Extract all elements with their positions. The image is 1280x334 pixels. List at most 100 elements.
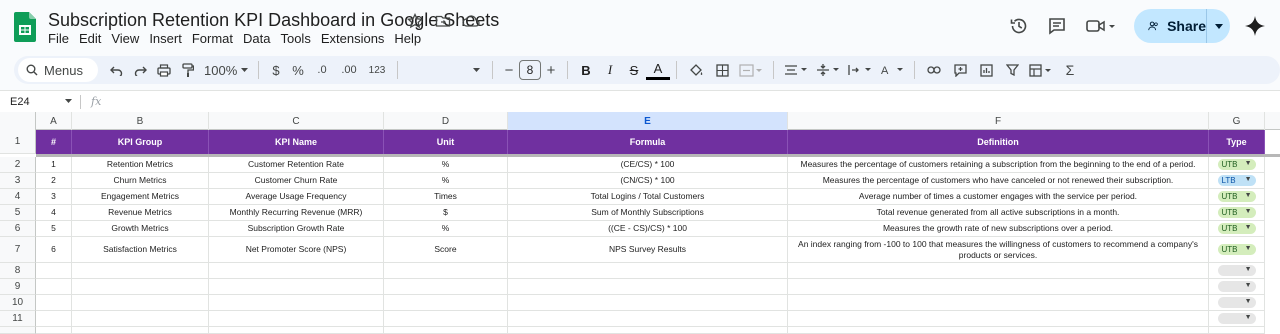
empty-cell[interactable] [508,295,788,311]
type-dropdown-chip[interactable]: UTB ▼ [1217,191,1256,202]
strikethrough-button[interactable]: S [622,58,646,82]
cell-definition[interactable]: Measures the growth rate of new subscrip… [788,221,1209,237]
menu-tools[interactable]: Tools [275,31,315,46]
empty-cell[interactable] [788,327,1209,334]
empty-cell[interactable] [508,279,788,295]
cell-kpi-name[interactable]: Customer Retention Rate [209,157,384,173]
column-header-a[interactable]: A [36,112,72,130]
row-number[interactable]: 1 [0,130,36,154]
cell-formula[interactable]: (CN/CS) * 100 [508,173,788,189]
cell-kpi-group[interactable]: Engagement Metrics [72,189,209,205]
header-cell-kpi-group[interactable]: KPI Group [72,130,209,154]
empty-cell[interactable] [72,327,209,334]
type-dropdown-chip[interactable]: UTB ▼ [1217,159,1256,170]
insert-chart-icon[interactable] [973,58,999,82]
cell-number[interactable]: 3 [36,189,72,205]
menu-extensions[interactable]: Extensions [316,31,390,46]
empty-cell[interactable] [209,327,384,334]
empty-cell[interactable] [72,263,209,279]
cell-formula[interactable]: NPS Survey Results [508,237,788,263]
type-dropdown-chip[interactable]: UTB ▼ [1217,207,1256,218]
cell-type[interactable]: UTB ▼ [1209,157,1265,173]
gemini-sparkle-icon[interactable] [1242,13,1268,39]
empty-cell[interactable] [209,311,384,327]
cell-number[interactable]: 2 [36,173,72,189]
print-icon[interactable] [152,58,176,82]
empty-cell[interactable] [1209,327,1265,334]
functions-icon[interactable]: Σ [1057,58,1083,82]
menu-format[interactable]: Format [187,31,238,46]
sheets-logo-icon[interactable] [14,12,36,42]
horizontal-align-icon[interactable] [780,58,812,82]
empty-cell[interactable] [36,279,72,295]
italic-button[interactable]: I [598,58,622,82]
empty-cell[interactable] [788,263,1209,279]
empty-cell[interactable] [209,279,384,295]
cell-type[interactable]: UTB ▼ [1209,205,1265,221]
type-dropdown-chip[interactable]: ▼ [1217,297,1256,308]
insert-comment-icon[interactable] [947,58,973,82]
type-dropdown-chip[interactable]: ▼ [1217,265,1256,276]
empty-cell[interactable] [788,295,1209,311]
fill-color-icon[interactable] [683,58,709,82]
redo-icon[interactable] [128,58,152,82]
empty-cell[interactable] [508,311,788,327]
share-dropdown-button[interactable] [1206,9,1230,43]
menu-data[interactable]: Data [238,31,275,46]
empty-cell[interactable] [36,311,72,327]
cell-definition[interactable]: Average number of times a customer engag… [788,189,1209,205]
empty-cell[interactable] [384,311,508,327]
cell-formula[interactable]: (CE/CS) * 100 [508,157,788,173]
star-icon[interactable] [406,12,424,30]
cell-kpi-group[interactable]: Churn Metrics [72,173,209,189]
cell-type[interactable]: UTB ▼ [1209,189,1265,205]
paint-format-icon[interactable] [176,58,200,82]
meet-icon[interactable] [1078,9,1122,43]
zoom-select[interactable]: 100% [200,58,252,82]
cell-type[interactable]: ▼ [1209,311,1265,327]
cell-type[interactable]: LTB ▼ [1209,173,1265,189]
cell-unit[interactable]: % [384,221,508,237]
empty-cell[interactable] [384,327,508,334]
select-all-corner[interactable] [0,112,36,130]
cell-definition[interactable]: Measures the percentage of customers ret… [788,157,1209,173]
empty-cell[interactable] [788,311,1209,327]
header-cell-definition[interactable]: Definition [788,130,1209,154]
share-button[interactable]: Share [1134,9,1230,43]
row-number[interactable]: 10 [0,295,36,311]
cell-kpi-name[interactable]: Net Promoter Score (NPS) [209,237,384,263]
empty-cell[interactable] [384,263,508,279]
row-number[interactable]: 6 [0,221,36,237]
cell-unit[interactable]: % [384,157,508,173]
empty-cell[interactable] [72,311,209,327]
row-number[interactable]: 8 [0,263,36,279]
percent-format-button[interactable]: % [287,58,309,82]
cell-type[interactable]: UTB ▼ [1209,237,1265,263]
empty-cell[interactable] [384,279,508,295]
empty-cell[interactable] [72,295,209,311]
empty-cell[interactable] [36,327,72,334]
cell-kpi-name[interactable]: Average Usage Frequency [209,189,384,205]
row-number[interactable]: 11 [0,311,36,327]
insert-link-icon[interactable] [921,58,947,82]
row-number[interactable]: 4 [0,189,36,205]
cell-formula[interactable]: Total Logins / Total Customers [508,189,788,205]
cell-kpi-group[interactable]: Retention Metrics [72,157,209,173]
column-header-d[interactable]: D [384,112,508,130]
header-cell-number[interactable]: # [36,130,72,154]
empty-cell[interactable] [209,295,384,311]
column-header-b[interactable]: B [72,112,209,130]
formula-input[interactable] [101,92,1280,112]
empty-cell[interactable] [36,263,72,279]
more-formats-button[interactable]: 123 [363,58,391,82]
type-dropdown-chip[interactable]: UTB ▼ [1217,223,1256,234]
spreadsheet-grid[interactable]: A B C D E F G 1 # KPI Group KPI Name Uni… [0,112,1280,334]
column-header-g[interactable]: G [1209,112,1265,130]
cell-number[interactable]: 6 [36,237,72,263]
cell-number[interactable]: 1 [36,157,72,173]
menu-file[interactable]: File [48,31,74,46]
row-number[interactable]: 5 [0,205,36,221]
row-number[interactable]: 2 [0,157,36,173]
merge-cells-icon[interactable] [735,58,767,82]
cell-type[interactable]: ▼ [1209,279,1265,295]
